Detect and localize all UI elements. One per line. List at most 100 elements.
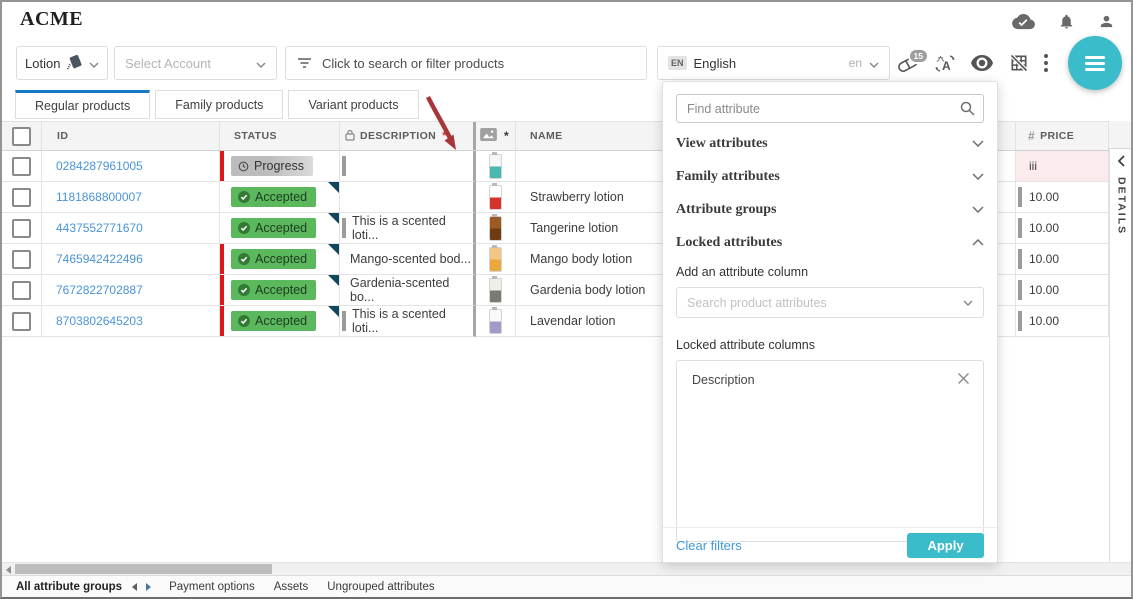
language-select[interactable]: EN English en [657, 46, 890, 80]
notifications-bell-icon[interactable] [1058, 12, 1075, 31]
catalog-dropdown[interactable]: Lotion [16, 46, 108, 80]
kebab-menu-icon[interactable] [1044, 54, 1048, 72]
id-cell: 7672822702887 [42, 275, 220, 306]
attribute-group-tab[interactable]: Assets [274, 581, 309, 593]
add-column-label: Add an attribute column [676, 265, 984, 279]
attribute-group-list: Payment options Assets Ungrouped attribute… [169, 581, 454, 593]
price-cell[interactable]: 10.00 [1016, 182, 1109, 213]
status-badge: Accepted [231, 187, 316, 207]
product-id-link[interactable]: 7672822702887 [56, 283, 143, 297]
description-cell[interactable]: Gardenia-scented bo... [340, 275, 476, 306]
attribute-group-tab[interactable]: Ungrouped attributes [327, 581, 434, 593]
apply-button[interactable]: Apply [907, 533, 984, 558]
filter-icon [297, 57, 312, 72]
clear-filters-link[interactable]: Clear filters [676, 538, 742, 553]
grid-off-icon[interactable] [1009, 53, 1029, 73]
chevron-down-icon [972, 173, 984, 180]
group-next-icon[interactable] [146, 583, 151, 591]
locked-column-item: Description [677, 361, 983, 388]
product-search-input[interactable] [286, 47, 646, 79]
attribute-panel: View attributes Family attributes Attrib… [662, 81, 998, 563]
status-badge: Accepted [231, 311, 316, 331]
attribute-group-tab[interactable]: Payment options [169, 581, 255, 593]
main-menu-fab[interactable] [1068, 36, 1122, 90]
image-cell[interactable] [476, 213, 516, 244]
column-header-status[interactable]: STATUS [220, 122, 340, 150]
product-tab[interactable]: Regular products [15, 90, 150, 119]
image-cell[interactable] [476, 244, 516, 275]
locked-columns-box: Description [676, 360, 984, 542]
product-tab[interactable]: Variant products [288, 90, 418, 119]
chevron-down-icon [89, 56, 99, 71]
price-cell[interactable]: 10.00 [1016, 244, 1109, 275]
catalog-icon [65, 53, 83, 74]
cloud-sync-done-icon[interactable] [1012, 13, 1035, 31]
row-checkbox[interactable] [12, 188, 31, 207]
select-all-checkbox[interactable] [12, 127, 31, 146]
user-account-icon[interactable] [1098, 13, 1115, 30]
find-attribute-input[interactable] [676, 94, 984, 123]
horizontal-scrollbar[interactable] [2, 562, 1131, 576]
row-checkbox[interactable] [12, 157, 31, 176]
attribute-section-toggle[interactable]: Family attributes [676, 160, 984, 193]
image-cell[interactable] [476, 275, 516, 306]
status-badge: Accepted [231, 249, 316, 269]
status-badge: Progress [231, 156, 313, 176]
add-attribute-select[interactable]: Search product attributes [676, 287, 984, 318]
scrollbar-thumb[interactable] [15, 564, 272, 574]
description-cell[interactable]: This is a scented loti... [340, 306, 476, 337]
column-header-id[interactable]: ID [42, 122, 220, 150]
image-cell[interactable] [476, 306, 516, 337]
add-attribute-placeholder: Search product attributes [687, 296, 827, 310]
description-cell[interactable] [340, 151, 476, 182]
product-id-link[interactable]: 8703802645203 [56, 314, 143, 328]
description-cell[interactable]: Mango-scented bod... [340, 244, 476, 275]
row-checkbox[interactable] [12, 312, 31, 331]
product-id-link[interactable]: 4437552771670 [56, 221, 143, 235]
language-label: English [694, 56, 737, 71]
product-tab[interactable]: Family products [155, 90, 283, 119]
product-id-link[interactable]: 0284287961005 [56, 159, 143, 173]
section-label: View attributes [676, 136, 768, 152]
attribute-section-toggle[interactable]: Locked attributes [676, 226, 984, 259]
product-image [489, 185, 502, 210]
details-panel-label: DETAILS [1116, 177, 1128, 235]
row-checkbox[interactable] [12, 219, 31, 238]
row-checkbox[interactable] [12, 250, 31, 269]
details-strip-header [1109, 121, 1133, 149]
product-id-link[interactable]: 1181868800007 [56, 190, 142, 204]
row-checkbox[interactable] [12, 281, 31, 300]
required-asterisk: * [504, 129, 509, 143]
group-prev-icon[interactable] [132, 583, 137, 591]
price-cell[interactable]: 10.00 [1016, 306, 1109, 337]
active-attribute-group[interactable]: All attribute groups [16, 581, 122, 593]
price-cell[interactable]: 10.00 [1016, 275, 1109, 306]
description-cell[interactable] [340, 182, 476, 213]
account-select[interactable]: Select Account [114, 46, 277, 80]
section-label: Family attributes [676, 169, 780, 185]
product-id-link[interactable]: 7465942422496 [56, 252, 143, 266]
preview-eye-icon[interactable] [970, 55, 994, 71]
account-select-placeholder: Select Account [125, 56, 211, 71]
image-cell[interactable] [476, 182, 516, 213]
image-cell[interactable] [476, 151, 516, 182]
tab-label: Variant products [308, 98, 398, 112]
close-icon[interactable] [957, 372, 970, 388]
column-header-image[interactable]: * [476, 122, 516, 150]
column-header-price[interactable]: # PRICE [1016, 122, 1109, 150]
row-select-cell [2, 213, 42, 244]
column-header-description[interactable]: DESCRIPTION * [340, 122, 476, 150]
price-cell[interactable]: 10.00 [1016, 213, 1109, 244]
pill-validation-icon[interactable]: 15 [895, 55, 920, 72]
attribute-section-toggle[interactable]: Attribute groups [676, 193, 984, 226]
attribute-section-toggle[interactable]: View attributes [676, 127, 984, 160]
tab-label: Family products [175, 98, 263, 112]
status-label: Accepted [255, 314, 307, 328]
chevron-up-icon [972, 239, 984, 246]
scroll-left-arrow-icon[interactable] [6, 566, 11, 574]
translate-icon[interactable]: A [935, 54, 955, 73]
description-cell[interactable]: This is a scented loti... [340, 213, 476, 244]
status-label: Progress [254, 159, 304, 173]
price-cell[interactable]: iii [1016, 151, 1109, 182]
details-panel-toggle[interactable]: DETAILS [1109, 149, 1133, 562]
